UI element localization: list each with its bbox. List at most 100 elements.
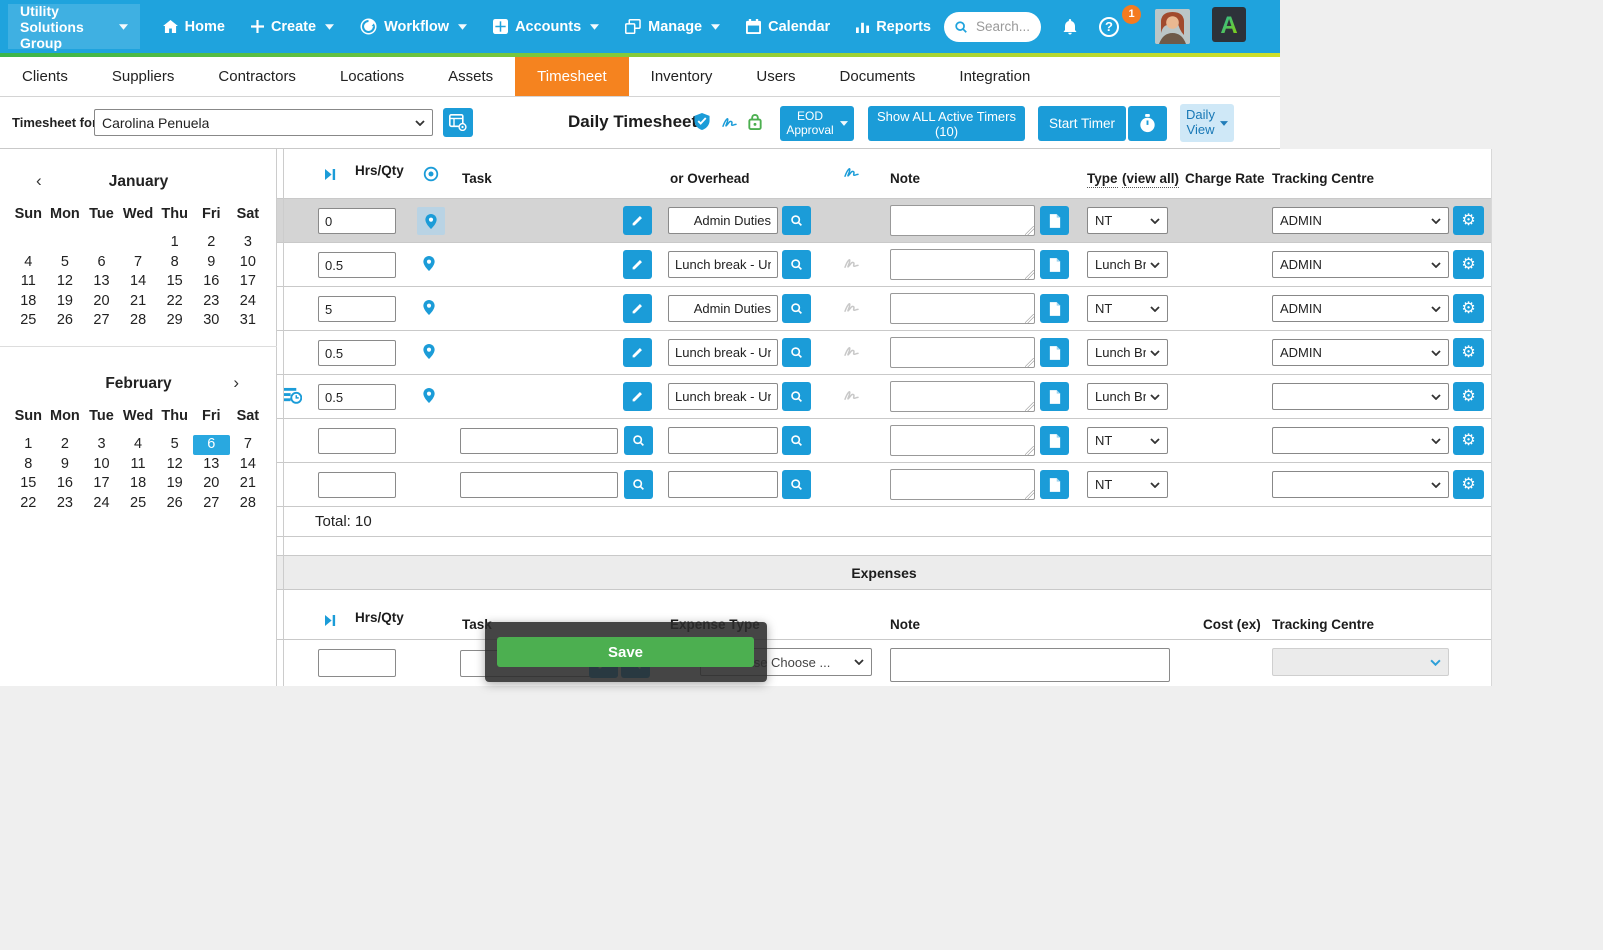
expense-note-input[interactable] xyxy=(890,648,1170,682)
calendar-day[interactable]: 7 xyxy=(230,435,267,455)
calendar-day[interactable]: 13 xyxy=(193,455,230,475)
location-pin-icon[interactable] xyxy=(423,344,435,359)
view-mode-button[interactable]: Daily View xyxy=(1180,104,1234,142)
calendar-day[interactable]: 14 xyxy=(230,455,267,475)
target-location-icon[interactable] xyxy=(423,166,439,182)
type-select[interactable]: NT xyxy=(1087,295,1168,322)
calendar-day[interactable]: 17 xyxy=(83,474,120,494)
tracking-centre-select[interactable]: ADMIN xyxy=(1272,251,1449,278)
note-textarea[interactable] xyxy=(890,425,1035,456)
calendar-day[interactable]: 9 xyxy=(193,253,230,273)
calendar-day[interactable]: 23 xyxy=(193,292,230,312)
overhead-input[interactable] xyxy=(668,471,778,498)
row-settings-button[interactable]: ⚙ xyxy=(1453,294,1484,323)
calendar-day[interactable]: 3 xyxy=(83,435,120,455)
overhead-input[interactable] xyxy=(668,295,778,322)
edit-overhead-button[interactable] xyxy=(623,338,652,367)
calendar-day[interactable]: 22 xyxy=(156,292,193,312)
tracking-centre-select[interactable]: ADMIN xyxy=(1272,207,1449,234)
row-settings-button[interactable]: ⚙ xyxy=(1453,382,1484,411)
location-pin-icon[interactable] xyxy=(423,300,435,315)
note-file-button[interactable] xyxy=(1040,294,1069,323)
calendar-day[interactable]: 6 xyxy=(83,253,120,273)
calendar-day[interactable]: 7 xyxy=(120,253,157,273)
calendar-day[interactable]: 28 xyxy=(120,311,157,331)
overhead-search-button[interactable] xyxy=(782,382,811,411)
hours-input[interactable] xyxy=(318,472,396,498)
calendar-day[interactable]: 6 xyxy=(193,435,230,455)
tab-contractors[interactable]: Contractors xyxy=(196,57,318,96)
calendar-day[interactable]: 23 xyxy=(47,494,84,514)
calendar-day[interactable]: 24 xyxy=(230,292,267,312)
overhead-input[interactable] xyxy=(668,207,778,234)
calendar-day[interactable]: 15 xyxy=(156,272,193,292)
calendar-day[interactable]: 18 xyxy=(120,474,157,494)
calendar-day[interactable]: 4 xyxy=(120,435,157,455)
calendar-day[interactable]: 31 xyxy=(230,311,267,331)
calendar-day[interactable]: 11 xyxy=(120,455,157,475)
type-select[interactable]: NT xyxy=(1087,207,1168,234)
calendar-day[interactable]: 19 xyxy=(156,474,193,494)
task-search-button[interactable] xyxy=(624,426,653,455)
calendar-day[interactable]: 5 xyxy=(156,435,193,455)
calendar-day[interactable]: 12 xyxy=(47,272,84,292)
note-file-button[interactable] xyxy=(1040,338,1069,367)
calendar-day[interactable]: 27 xyxy=(83,311,120,331)
calendar-day[interactable]: 19 xyxy=(47,292,84,312)
note-file-button[interactable] xyxy=(1040,426,1069,455)
eod-approval-button[interactable]: EOD Approval xyxy=(780,106,854,141)
hours-input[interactable] xyxy=(318,296,396,322)
edit-overhead-button[interactable] xyxy=(623,250,652,279)
tab-locations[interactable]: Locations xyxy=(318,57,426,96)
tracking-centre-select[interactable]: ADMIN xyxy=(1272,339,1449,366)
overhead-search-button[interactable] xyxy=(782,426,811,455)
calendar-day[interactable]: 10 xyxy=(230,253,267,273)
location-pin-icon[interactable] xyxy=(417,207,445,235)
start-timer-button[interactable]: Start Timer xyxy=(1038,106,1126,141)
nav-item-home[interactable]: Home xyxy=(150,0,238,53)
overhead-search-button[interactable] xyxy=(782,294,811,323)
note-textarea[interactable] xyxy=(890,205,1035,236)
task-search-button[interactable] xyxy=(624,470,653,499)
tab-integration[interactable]: Integration xyxy=(937,57,1052,96)
row-settings-button[interactable]: ⚙ xyxy=(1453,470,1484,499)
calendar-day[interactable]: 27 xyxy=(193,494,230,514)
note-textarea[interactable] xyxy=(890,337,1035,368)
note-file-button[interactable] xyxy=(1040,470,1069,499)
nav-item-manage[interactable]: Manage xyxy=(612,0,733,53)
task-input[interactable] xyxy=(460,428,618,454)
overhead-search-button[interactable] xyxy=(782,470,811,499)
calendar-day[interactable]: 26 xyxy=(47,311,84,331)
overhead-search-button[interactable] xyxy=(782,338,811,367)
calendar-day[interactable]: 1 xyxy=(156,233,193,253)
overhead-input[interactable] xyxy=(668,383,778,410)
note-textarea[interactable] xyxy=(890,293,1035,324)
edit-overhead-button[interactable] xyxy=(623,294,652,323)
calendar-day[interactable]: 16 xyxy=(47,474,84,494)
note-textarea[interactable] xyxy=(890,381,1035,412)
skip-to-end-icon[interactable] xyxy=(325,169,336,180)
hours-input[interactable] xyxy=(318,252,396,278)
type-select[interactable]: NT xyxy=(1087,427,1168,454)
calendar-day[interactable]: 21 xyxy=(120,292,157,312)
tab-documents[interactable]: Documents xyxy=(818,57,938,96)
hours-input[interactable] xyxy=(318,428,396,454)
calendar-day[interactable]: 20 xyxy=(83,292,120,312)
nav-item-workflow[interactable]: Workflow xyxy=(347,0,480,53)
row-settings-button[interactable]: ⚙ xyxy=(1453,338,1484,367)
calendar-day[interactable]: 16 xyxy=(193,272,230,292)
save-button[interactable]: Save xyxy=(497,637,754,667)
header-view-all-link[interactable]: (view all) xyxy=(1122,171,1179,188)
type-select[interactable]: Lunch Bre xyxy=(1087,383,1168,410)
calendar-day[interactable]: 14 xyxy=(120,272,157,292)
calendar-day[interactable]: 25 xyxy=(120,494,157,514)
note-textarea[interactable] xyxy=(890,469,1035,500)
calendar-day[interactable]: 2 xyxy=(47,435,84,455)
help-icon[interactable]: ? xyxy=(1099,17,1119,37)
overhead-input[interactable] xyxy=(668,251,778,278)
note-file-button[interactable] xyxy=(1040,206,1069,235)
tracking-centre-select[interactable] xyxy=(1272,471,1449,498)
hours-input[interactable] xyxy=(318,208,396,234)
org-selector[interactable]: Utility Solutions Group xyxy=(8,4,140,49)
location-pin-icon[interactable] xyxy=(423,388,435,403)
